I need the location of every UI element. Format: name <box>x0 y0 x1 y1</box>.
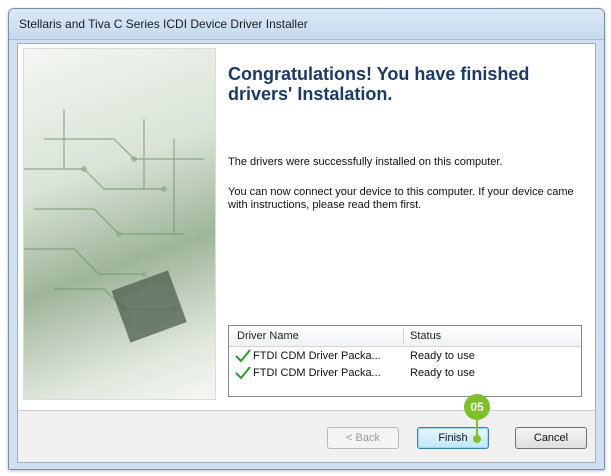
list-item[interactable]: FTDI CDM Driver Packa... Ready to use <box>229 348 581 364</box>
driver-list[interactable]: Driver Name Status FTDI CDM Driver Packa… <box>228 325 582 397</box>
cancel-button[interactable]: Cancel <box>515 427 587 449</box>
checkmark-icon <box>235 349 251 363</box>
column-header-driver-name[interactable]: Driver Name <box>237 330 299 342</box>
instructions-message: You can now connect your device to this … <box>228 186 574 211</box>
driver-status: Ready to use <box>410 367 475 379</box>
success-message: The drivers were successfully installed … <box>228 156 503 168</box>
wizard-body: Congratulations! You have finished drive… <box>17 43 596 463</box>
button-bar: < Back Finish Cancel <box>18 411 595 462</box>
window-title: Stellaris and Tiva C Series ICDI Device … <box>19 17 308 31</box>
circuit-board-art <box>24 109 204 343</box>
page-title: Congratulations! You have finished drive… <box>228 64 530 104</box>
callout-pointer-dot <box>473 435 481 443</box>
title-bar[interactable]: Stellaris and Tiva C Series ICDI Device … <box>9 9 604 40</box>
step-callout-badge: 05 <box>464 394 490 420</box>
checkmark-icon <box>235 366 251 380</box>
content-area: Congratulations! You have finished drive… <box>223 48 591 398</box>
installer-window: Stellaris and Tiva C Series ICDI Device … <box>8 8 605 470</box>
driver-name: FTDI CDM Driver Packa... <box>253 367 381 379</box>
driver-name: FTDI CDM Driver Packa... <box>253 350 381 362</box>
driver-status: Ready to use <box>410 350 475 362</box>
column-divider[interactable] <box>403 328 404 344</box>
list-item[interactable]: FTDI CDM Driver Packa... Ready to use <box>229 365 581 381</box>
list-header: Driver Name Status <box>229 326 581 347</box>
column-header-status[interactable]: Status <box>410 330 441 342</box>
back-button[interactable]: < Back <box>327 427 399 449</box>
circuit-board-image <box>23 48 216 400</box>
